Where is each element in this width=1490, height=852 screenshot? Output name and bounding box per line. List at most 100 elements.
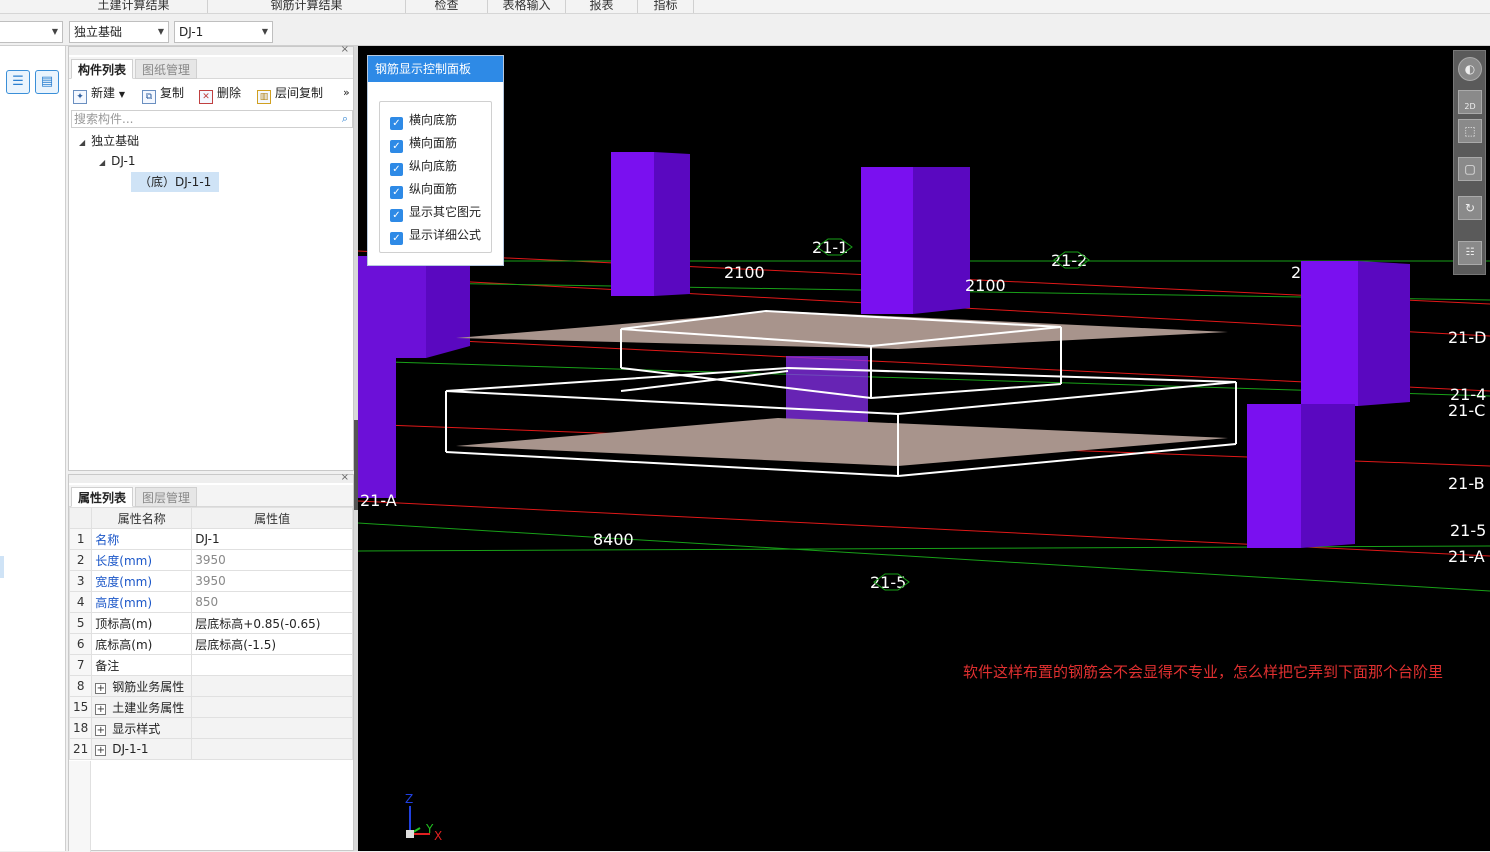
more-tools-button[interactable]: » bbox=[343, 84, 350, 102]
3d-box-icon[interactable]: ⬚ bbox=[1458, 119, 1482, 143]
expand-plus-icon[interactable]: + bbox=[95, 703, 107, 715]
rebar-display-control-panel: 钢筋显示控制面板 ✓ 横向底筋 ✓ 横向面筋 ✓ 纵向底筋 ✓ 纵向面筋 ✓ 显示其它图元 ✓ 显示详… bbox=[367, 55, 504, 266]
checkmark-icon[interactable]: ✓ bbox=[390, 140, 403, 153]
rebar-option-checkbox[interactable]: ✓ 显示其它图元 bbox=[390, 204, 481, 222]
tab-layer-management[interactable]: 图层管理 bbox=[135, 487, 198, 507]
axis-label: 21-A bbox=[360, 491, 397, 510]
property-value[interactable]: 850 bbox=[191, 591, 353, 613]
left-tool-strip: ☰ ▤ bbox=[0, 46, 66, 851]
column-back-left bbox=[611, 152, 654, 296]
rebar-option-checkbox[interactable]: ✓ 显示详细公式 bbox=[390, 227, 481, 245]
tab-report[interactable]: 报表 bbox=[566, 0, 638, 13]
form-view-icon[interactable]: ▤ bbox=[35, 70, 59, 94]
rebar-option-checkbox[interactable]: ✓ 横向底筋 bbox=[390, 112, 457, 130]
checkmark-icon[interactable]: ✓ bbox=[390, 232, 403, 245]
close-icon[interactable]: × bbox=[341, 44, 349, 55]
component-search-input[interactable]: 搜索构件... ⌕ bbox=[71, 110, 353, 128]
floor-copy-button[interactable]: ▥ 层间复制 bbox=[257, 84, 323, 104]
new-file-icon: ✦ bbox=[73, 90, 87, 104]
tab-component-list[interactable]: 构件列表 bbox=[71, 59, 134, 79]
chevron-down-icon: ▼ bbox=[157, 27, 164, 36]
property-row[interactable]: 4 高度(mm) 850 bbox=[68, 591, 353, 613]
checkmark-icon[interactable]: ✓ bbox=[390, 186, 403, 199]
property-row[interactable]: 2 长度(mm) 3950 bbox=[68, 549, 353, 571]
checkmark-icon[interactable]: ✓ bbox=[390, 209, 403, 222]
property-name: 高度(mm) bbox=[91, 591, 193, 613]
tab-property-list[interactable]: 属性列表 bbox=[71, 487, 134, 507]
axis-label: 2 bbox=[1291, 263, 1301, 282]
3d-scene[interactable]: 2100 2100 8400 21-1 21-2 2 21-5 21-D 21-… bbox=[358, 46, 1490, 851]
column-right-front bbox=[1247, 404, 1301, 548]
expand-plus-icon[interactable]: + bbox=[95, 724, 107, 736]
checkmark-icon[interactable]: ✓ bbox=[390, 117, 403, 130]
property-row[interactable]: 1 名称 DJ-1 bbox=[68, 528, 353, 550]
layer-settings-icon[interactable]: ☷ bbox=[1458, 241, 1482, 265]
tab-rebar-results[interactable]: 钢筋计算结果 bbox=[208, 0, 406, 13]
group-label: 显示样式 bbox=[112, 721, 161, 736]
property-row[interactable]: 6 底标高(m) 层底标高(-1.5) bbox=[68, 633, 353, 655]
rebar-option-label: 纵向面筋 bbox=[409, 182, 458, 196]
delete-button[interactable]: ✕ 删除 bbox=[199, 84, 241, 104]
expand-plus-icon[interactable]: + bbox=[95, 682, 107, 694]
expand-plus-icon[interactable]: + bbox=[95, 745, 107, 756]
list-view-icon[interactable]: ☰ bbox=[6, 70, 30, 94]
component-name-select[interactable]: DJ-1 ▼ bbox=[174, 21, 273, 43]
axis-line-green bbox=[358, 545, 1490, 552]
property-row[interactable]: 5 顶标高(m) 层底标高+0.85(-0.65) bbox=[68, 612, 353, 634]
tab-table-input[interactable]: 表格输入 bbox=[488, 0, 566, 13]
column-right-back bbox=[1301, 261, 1358, 406]
tab-indicator[interactable]: 指标 bbox=[638, 0, 694, 13]
dimension-label: 2100 bbox=[724, 263, 765, 282]
tree-node-foundation-type[interactable]: ◢ 独立基础 bbox=[79, 131, 139, 151]
property-name: + 显示样式 bbox=[91, 717, 193, 739]
property-panel: × 属性列表 图层管理 属性名称 属性值 1 名称 DJ-1 2 长度(mm) 3950 3… bbox=[68, 472, 354, 852]
property-name: 长度(mm) bbox=[91, 549, 193, 571]
property-value[interactable]: 3950 bbox=[191, 570, 353, 592]
rebar-option-checkbox[interactable]: ✓ 纵向底筋 bbox=[390, 158, 457, 176]
property-value[interactable]: 层底标高(-1.5) bbox=[191, 633, 353, 655]
view-2d-button[interactable]: 2D bbox=[1458, 90, 1482, 114]
cube-view-icon[interactable]: ▢ bbox=[1458, 157, 1482, 181]
property-row[interactable]: 7 备注 bbox=[68, 654, 353, 676]
tab-drawing-management[interactable]: 图纸管理 bbox=[135, 59, 198, 79]
tab-check[interactable]: 检查 bbox=[406, 0, 488, 13]
property-value[interactable] bbox=[191, 717, 353, 739]
row-number: 18 bbox=[68, 717, 93, 739]
property-row[interactable]: 21 + DJ-1-1 bbox=[68, 738, 353, 760]
property-row[interactable]: 18 + 显示样式 bbox=[68, 717, 353, 739]
search-icon[interactable]: ⌕ bbox=[342, 111, 348, 127]
property-row[interactable]: 8 + 钢筋业务属性 bbox=[68, 675, 353, 697]
property-value[interactable]: 3950 bbox=[191, 549, 353, 571]
rebar-option-checkbox[interactable]: ✓ 横向面筋 bbox=[390, 135, 457, 153]
close-icon[interactable]: × bbox=[341, 472, 349, 483]
floor-select[interactable]: ▼ bbox=[0, 21, 63, 43]
expand-triangle-icon[interactable]: ◢ bbox=[99, 153, 105, 173]
property-row[interactable]: 15 + 土建业务属性 bbox=[68, 696, 353, 718]
expand-triangle-icon[interactable]: ◢ bbox=[79, 133, 85, 153]
column-left-upper bbox=[358, 256, 426, 358]
rebar-option-checkbox[interactable]: ✓ 纵向面筋 bbox=[390, 181, 458, 199]
row-number: 21 bbox=[68, 738, 93, 760]
copy-icon: ⧉ bbox=[142, 90, 156, 104]
property-value[interactable] bbox=[191, 675, 353, 697]
property-row[interactable]: 3 宽度(mm) 3950 bbox=[68, 570, 353, 592]
property-value[interactable]: 层底标高+0.85(-0.65) bbox=[191, 612, 353, 634]
rotate-icon[interactable]: ↻ bbox=[1458, 196, 1482, 220]
property-value[interactable] bbox=[191, 654, 353, 676]
dimension-label: 8400 bbox=[593, 530, 634, 549]
property-value[interactable] bbox=[191, 696, 353, 718]
component-type-value: 独立基础 bbox=[74, 25, 123, 39]
x-axis-label: X bbox=[434, 829, 442, 843]
tab-civil-results[interactable]: 土建计算结果 bbox=[60, 0, 208, 13]
row-number: 2 bbox=[68, 549, 93, 571]
orbit-icon[interactable]: ◐ bbox=[1458, 57, 1482, 81]
copy-button[interactable]: ⧉ 复制 bbox=[142, 84, 184, 104]
tree-node-dj1-1-selected[interactable]: （底）DJ-1-1 bbox=[131, 172, 220, 192]
property-value[interactable]: DJ-1 bbox=[191, 528, 353, 550]
3d-viewport[interactable]: 2100 2100 8400 21-1 21-2 2 21-5 21-D 21-… bbox=[358, 46, 1490, 851]
checkmark-icon[interactable]: ✓ bbox=[390, 163, 403, 176]
property-value[interactable] bbox=[191, 738, 353, 760]
tree-node-dj1[interactable]: ◢ DJ-1 bbox=[99, 151, 135, 171]
component-type-select[interactable]: 独立基础 ▼ bbox=[69, 21, 169, 43]
new-button[interactable]: ✦ 新建 ▼ bbox=[73, 84, 125, 104]
